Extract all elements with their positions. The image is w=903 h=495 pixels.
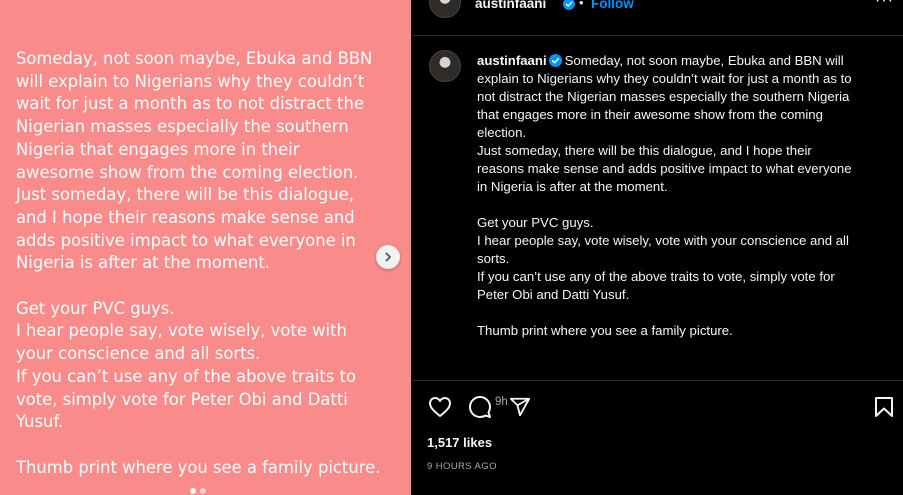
image-paragraph: Someday, not soon maybe, Ebuka and BBN w… — [16, 49, 373, 273]
likes-count[interactable]: 1,517 likes — [427, 435, 492, 450]
post-image[interactable]: Someday, not soon maybe, Ebuka and BBN w… — [0, 0, 411, 495]
image-paragraph: Thumb print where you see a family pictu… — [16, 457, 381, 477]
post-image-text: Someday, not soon maybe, Ebuka and BBN w… — [16, 48, 396, 479]
next-image-button[interactable] — [376, 245, 400, 269]
caption: austinfaani Someday, not soon maybe, Ebuk… — [477, 52, 891, 340]
post-header: austinfaani • Follow ··· — [411, 0, 903, 36]
more-icon[interactable]: ··· — [875, 0, 894, 10]
verified-badge-icon — [563, 0, 575, 10]
save-button[interactable] — [871, 394, 897, 420]
username-link[interactable]: austinfaani — [475, 0, 546, 11]
separator-dot: • — [579, 0, 584, 10]
bookmark-icon — [875, 397, 893, 417]
post-sidebar: austinfaani • Follow ··· austinfaani Some… — [411, 0, 903, 495]
post-date: 9 HOURS AGO — [427, 461, 497, 472]
avatar[interactable] — [429, 50, 461, 82]
carousel-dot — [190, 488, 196, 494]
verified-badge-icon — [548, 54, 562, 67]
comment-icon — [469, 396, 491, 418]
comment-button[interactable] — [467, 394, 493, 420]
carousel-dot — [200, 488, 206, 494]
image-paragraph: Get your PVC guys. I hear people say, vo… — [16, 298, 356, 432]
carousel-indicator — [190, 488, 206, 494]
avatar[interactable] — [429, 0, 461, 18]
chevron-right-icon — [385, 252, 391, 262]
like-button[interactable] — [427, 394, 453, 420]
caption-username[interactable]: austinfaani — [477, 53, 547, 68]
share-icon — [509, 397, 531, 417]
share-button[interactable] — [507, 394, 533, 420]
caption-text: Someday, not soon maybe, Ebuka and BBN w… — [477, 53, 852, 338]
follow-button[interactable]: Follow — [591, 0, 634, 11]
heart-icon — [429, 397, 451, 417]
actions-bar: 1,517 likes 9 HOURS AGO — [411, 380, 903, 495]
